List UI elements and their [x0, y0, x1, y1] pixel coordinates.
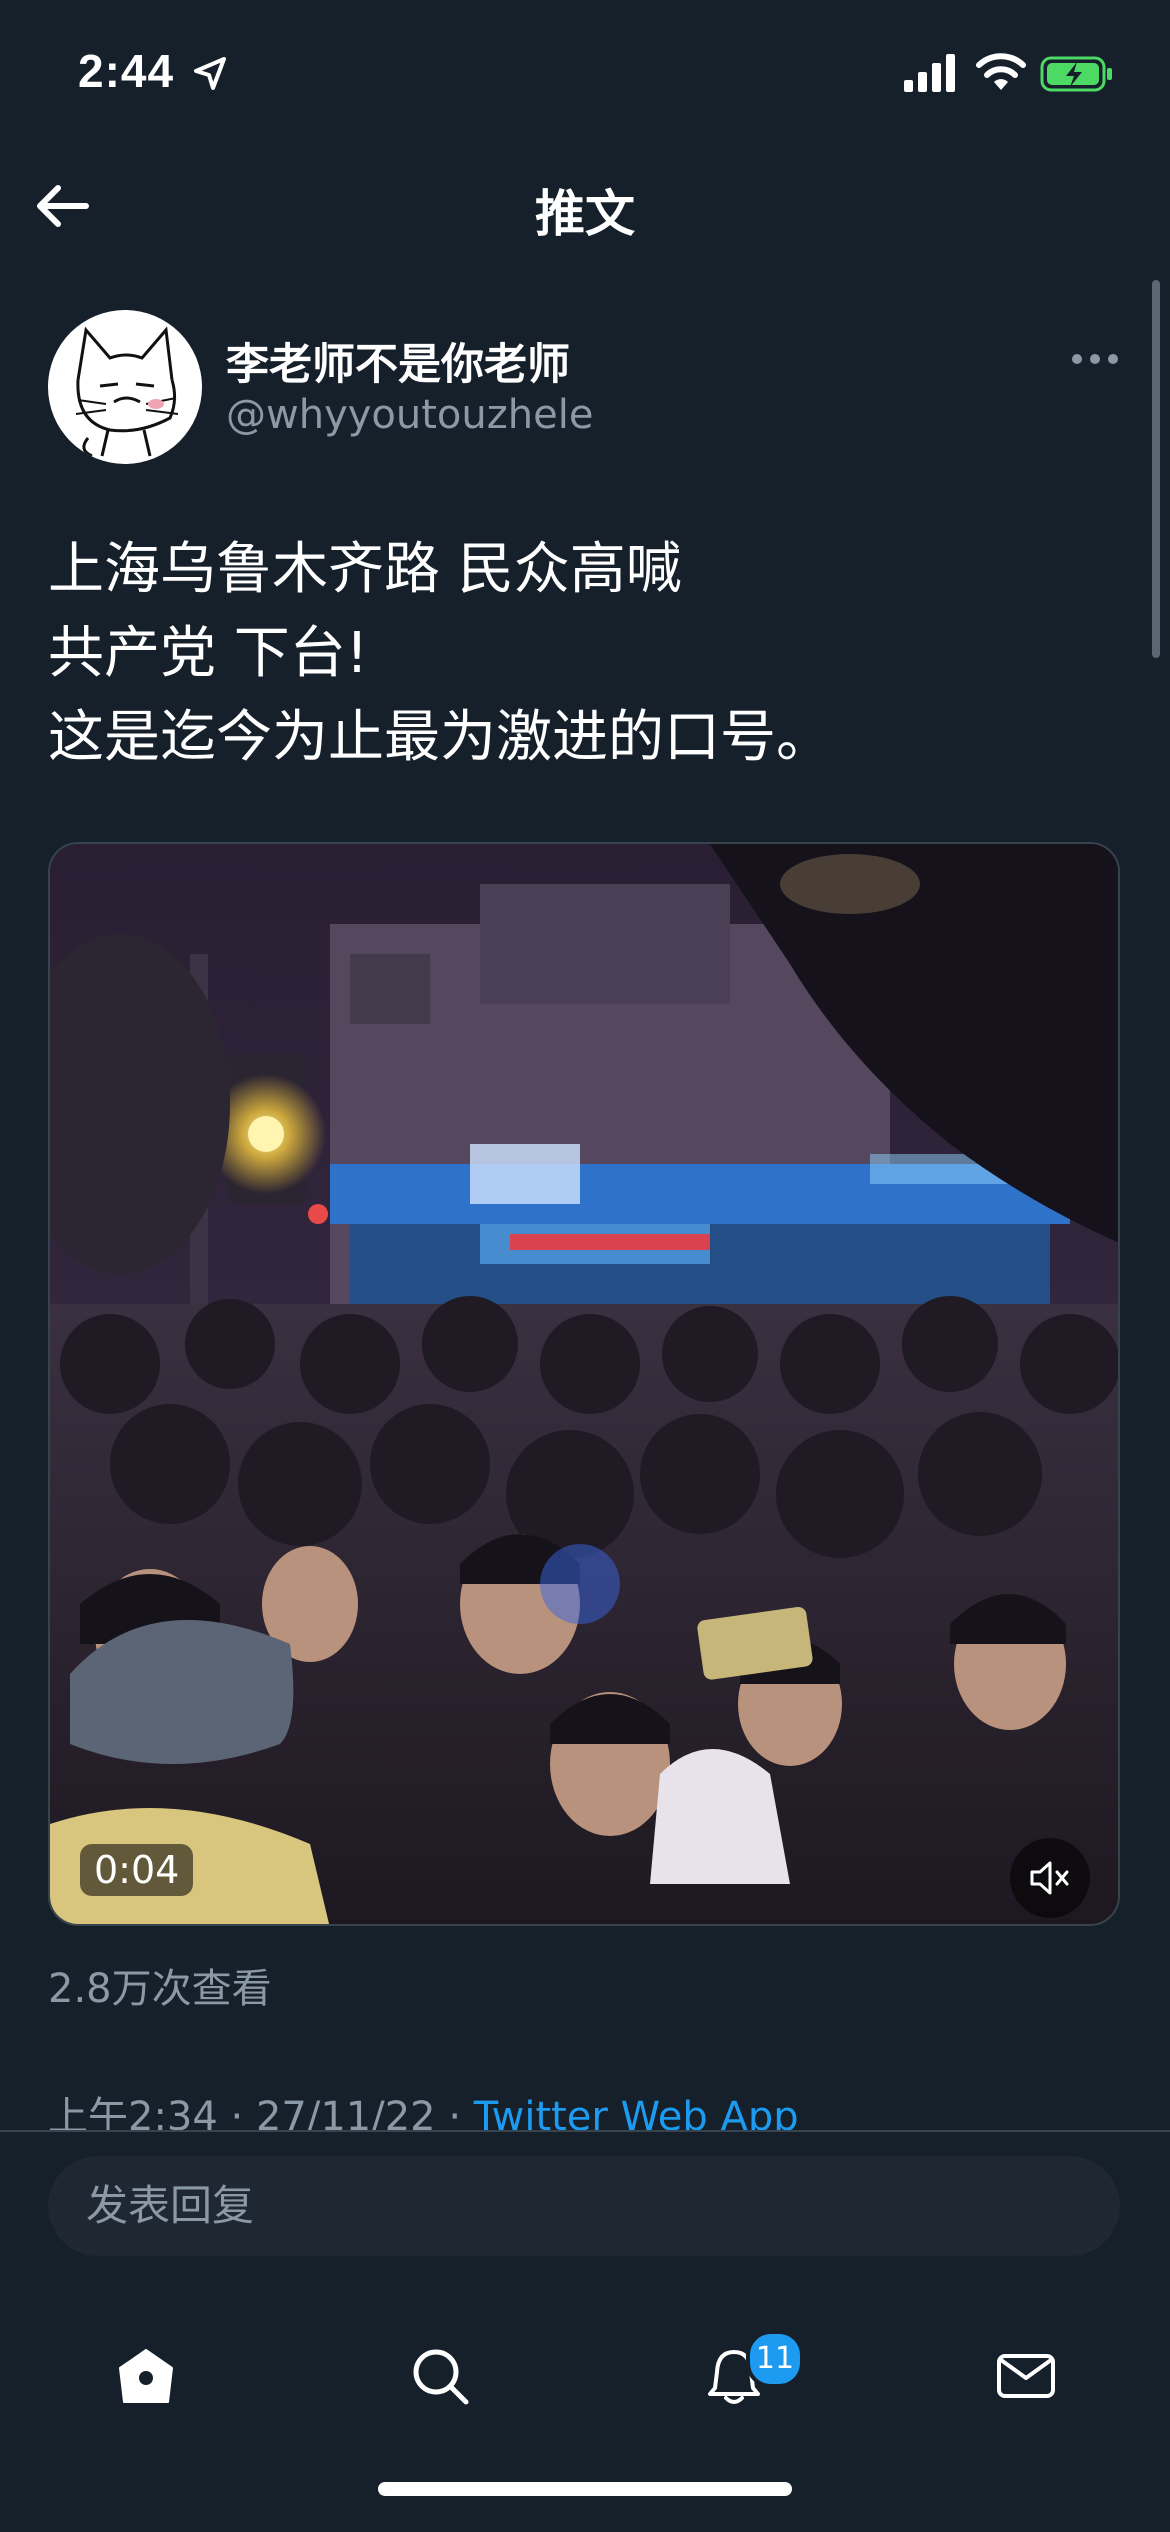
status-time: 2:44 — [78, 45, 175, 97]
scroll-indicator[interactable] — [1152, 280, 1160, 658]
video-duration: 0:04 — [80, 1844, 194, 1896]
page-title: 推文 — [535, 185, 635, 243]
status-bar: 2:44 — [0, 0, 1170, 150]
tweet-text-line: 这是迄今为止最为激进的口号。 — [48, 705, 832, 770]
tab-notifications[interactable]: 11 — [674, 2316, 804, 2436]
tweet-detail-screen: 2:44 推文 李老师不是你老师 @whyyoutouzhele 上海乌鲁木齐路… — [0, 0, 1170, 2532]
location-arrow-icon — [194, 57, 226, 90]
tab-home[interactable] — [86, 2316, 206, 2436]
view-count: 2.8万次查看 — [48, 1966, 272, 2012]
search-icon — [413, 2349, 469, 2405]
wifi-icon — [976, 53, 1026, 90]
tab-search[interactable] — [380, 2316, 500, 2436]
tweet-text-line: 上海乌鲁木齐路 民众高喊 — [48, 537, 682, 602]
battery-charging-icon — [1040, 56, 1112, 92]
reply-composer: 发表回复 — [0, 2130, 1170, 2292]
notification-badge: 11 — [746, 2330, 804, 2388]
more-options-icon[interactable] — [1070, 344, 1120, 374]
reply-input[interactable]: 发表回复 — [48, 2156, 1120, 2256]
author-name[interactable]: 李老师不是你老师 — [226, 330, 570, 392]
video-frame — [50, 844, 1118, 1924]
app-header: 推文 — [0, 150, 1170, 262]
speaker-muted-icon — [1030, 1861, 1069, 1895]
author-handle[interactable]: @whyyoutouzhele — [226, 392, 593, 438]
home-indicator[interactable] — [378, 2482, 792, 2496]
home-icon — [119, 2349, 173, 2403]
mute-button[interactable] — [1010, 1838, 1090, 1918]
mail-icon — [997, 2354, 1055, 2398]
tweet-text: 上海乌鲁木齐路 民众高喊 共产党 下台! 这是迄今为止最为激进的口号。 — [48, 528, 1118, 780]
tab-messages[interactable] — [966, 2316, 1086, 2436]
tweet-video[interactable]: 0:04 — [48, 842, 1120, 1926]
cat-drawing-icon — [75, 326, 179, 458]
tweet-text-line: 共产党 下台! — [48, 621, 369, 686]
cellular-signal-icon — [904, 54, 955, 92]
avatar[interactable] — [48, 310, 202, 464]
